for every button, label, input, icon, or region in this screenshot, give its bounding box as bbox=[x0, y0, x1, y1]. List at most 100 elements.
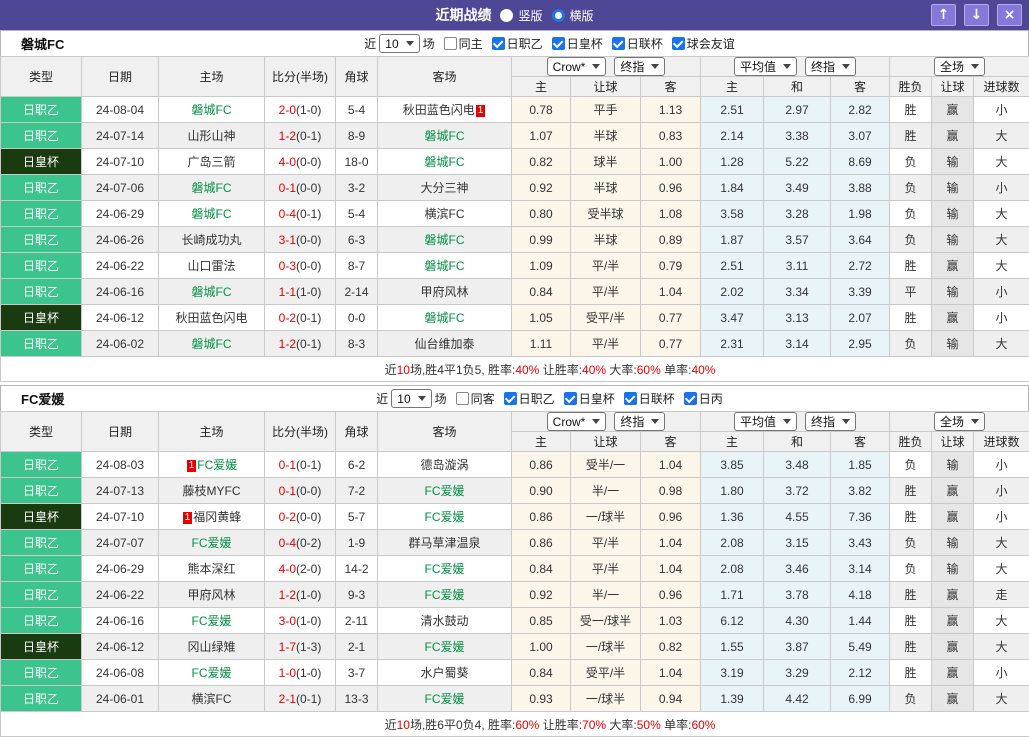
filter-controls: 近10场同客日职乙日皇杯日联杯日丙 bbox=[306, 389, 722, 408]
odds-away: 1.04 bbox=[641, 530, 701, 556]
league-filter-label: 日联杯 bbox=[639, 390, 675, 407]
match-date: 24-07-07 bbox=[82, 530, 159, 556]
result-handicap: 输 bbox=[932, 331, 974, 357]
scope-select[interactable]: 全场 bbox=[934, 412, 985, 431]
result-handicap: 输 bbox=[932, 149, 974, 175]
odds-away: 0.96 bbox=[641, 504, 701, 530]
avg-home: 3.19 bbox=[701, 660, 764, 686]
result-winloss: 胜 bbox=[890, 634, 932, 660]
team-name-text: 德岛漩涡 bbox=[420, 458, 468, 472]
move-up-button[interactable]: ↑ bbox=[931, 4, 956, 26]
corner-score: 2-14 bbox=[336, 279, 378, 305]
result-goals: 小 bbox=[974, 279, 1029, 305]
team-name-text: 横滨FC bbox=[425, 207, 465, 221]
avg-draw: 4.55 bbox=[764, 504, 831, 530]
league-filter-3: 球会友谊 bbox=[672, 35, 735, 52]
home-team: 甲府风林 bbox=[159, 582, 265, 608]
final-odds-select-1[interactable]: 终指 bbox=[614, 412, 665, 431]
team-name-text: 磐城FC bbox=[192, 337, 232, 351]
league-checkbox-1[interactable] bbox=[564, 392, 577, 405]
panel-title: 近期战绩 bbox=[435, 5, 491, 25]
final-odds-select-2[interactable]: 终指 bbox=[805, 57, 856, 76]
away-team: FC爱媛 bbox=[378, 686, 512, 712]
league-checkbox-3[interactable] bbox=[672, 37, 685, 50]
chevron-down-icon bbox=[592, 419, 600, 424]
bookmaker-select[interactable]: Crow* bbox=[547, 57, 607, 76]
league-checkbox-0[interactable] bbox=[504, 392, 517, 405]
league-checkbox-2[interactable] bbox=[624, 392, 637, 405]
close-button[interactable]: × bbox=[997, 4, 1022, 26]
match-count-select[interactable]: 10 bbox=[379, 34, 419, 53]
odds-away: 0.96 bbox=[641, 175, 701, 201]
match-row: 日职乙24-07-07FC爱媛0-4(0-2)1-9群马草津温泉0.86平/半1… bbox=[1, 530, 1029, 556]
handicap-line: 半/一 bbox=[571, 478, 641, 504]
avg-home: 1.55 bbox=[701, 634, 764, 660]
col-header: 让球 bbox=[932, 77, 974, 97]
result-goals: 大 bbox=[974, 556, 1029, 582]
same-venue-checkbox[interactable] bbox=[456, 392, 469, 405]
chevron-down-icon bbox=[651, 419, 659, 424]
avg-home: 3.58 bbox=[701, 201, 764, 227]
team-name-text: 群马草津温泉 bbox=[408, 536, 480, 550]
odds-home: 0.86 bbox=[512, 452, 571, 478]
league-checkbox-0[interactable] bbox=[492, 37, 505, 50]
league-checkbox-2[interactable] bbox=[612, 37, 625, 50]
corner-score: 6-2 bbox=[336, 452, 378, 478]
average-select[interactable]: 平均值 bbox=[734, 412, 797, 431]
home-team: 1FC爱媛 bbox=[159, 452, 265, 478]
bookmaker-select[interactable]: Crow* bbox=[547, 412, 607, 431]
score: 3-1(0-0) bbox=[265, 227, 336, 253]
result-handicap: 输 bbox=[932, 279, 974, 305]
radio-selected-icon[interactable] bbox=[552, 9, 565, 22]
red-card-badge: 1 bbox=[187, 460, 197, 472]
avg-home: 3.47 bbox=[701, 305, 764, 331]
league-badge: 日职乙 bbox=[1, 175, 82, 201]
result-handicap: 赢 bbox=[932, 608, 974, 634]
scope-select[interactable]: 全场 bbox=[934, 57, 985, 76]
away-team: 德岛漩涡 bbox=[378, 452, 512, 478]
league-filter-2: 日联杯 bbox=[612, 35, 663, 52]
avg-home: 1.84 bbox=[701, 175, 764, 201]
score: 0-4(0-1) bbox=[265, 201, 336, 227]
result-goals: 小 bbox=[974, 660, 1029, 686]
league-badge: 日职乙 bbox=[1, 279, 82, 305]
match-row: 日职乙24-08-04磐城FC2-0(1-0)5-4秋田蓝色闪电10.78平手1… bbox=[1, 97, 1029, 123]
result-goals: 小 bbox=[974, 97, 1029, 123]
match-row: 日皇杯24-06-12秋田蓝色闪电0-2(0-1)0-0磐城FC1.05受平/半… bbox=[1, 305, 1029, 331]
col-header: 类型 bbox=[1, 57, 82, 97]
handicap-line: 受平/半 bbox=[571, 305, 641, 331]
avg-away: 3.64 bbox=[831, 227, 890, 253]
avg-draw: 3.29 bbox=[764, 660, 831, 686]
layout-radio-horizontal[interactable]: 横版 bbox=[552, 7, 594, 24]
handicap-line: 一/球半 bbox=[571, 634, 641, 660]
league-checkbox-1[interactable] bbox=[552, 37, 565, 50]
league-filter-1: 日皇杯 bbox=[552, 35, 603, 52]
same-venue-label: 同主 bbox=[459, 35, 483, 52]
home-team: 山口雷法 bbox=[159, 253, 265, 279]
same-venue-label: 同客 bbox=[471, 390, 495, 407]
average-select[interactable]: 平均值 bbox=[734, 57, 797, 76]
result-handicap: 赢 bbox=[932, 660, 974, 686]
final-odds-select-1[interactable]: 终指 bbox=[614, 57, 665, 76]
corner-score: 5-4 bbox=[336, 201, 378, 227]
final-odds-select-2[interactable]: 终指 bbox=[805, 412, 856, 431]
radio-unselected-icon[interactable] bbox=[500, 9, 513, 22]
league-badge: 日职乙 bbox=[1, 452, 82, 478]
move-down-button[interactable]: ↓ bbox=[964, 4, 989, 26]
col-header: 比分(半场) bbox=[265, 412, 336, 452]
team-name-text: FC爱媛 bbox=[192, 536, 232, 550]
result-goals: 大 bbox=[974, 608, 1029, 634]
avg-draw: 3.11 bbox=[764, 253, 831, 279]
corner-score: 1-9 bbox=[336, 530, 378, 556]
summary-row: 近10场,胜4平1负5, 胜率:40% 让胜率:40% 大率:60% 单率:40… bbox=[1, 357, 1029, 382]
corner-score: 7-2 bbox=[336, 478, 378, 504]
odds-away: 1.08 bbox=[641, 201, 701, 227]
near-label: 近 bbox=[364, 35, 376, 52]
result-handicap: 赢 bbox=[932, 634, 974, 660]
league-checkbox-3[interactable] bbox=[684, 392, 697, 405]
match-count-select[interactable]: 10 bbox=[391, 389, 431, 408]
same-venue-checkbox[interactable] bbox=[444, 37, 457, 50]
layout-radio-vertical[interactable]: 竖版 bbox=[500, 7, 542, 24]
score: 4-0(2-0) bbox=[265, 556, 336, 582]
avg-away: 2.07 bbox=[831, 305, 890, 331]
